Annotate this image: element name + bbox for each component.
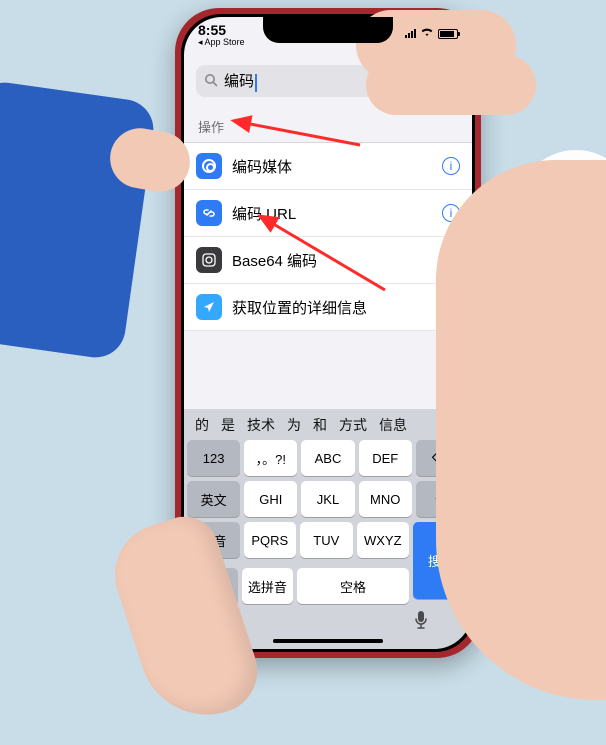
notch [263,17,393,43]
info-icon[interactable]: i [442,157,460,175]
search-icon [204,73,218,90]
key-ghi[interactable]: GHI [244,481,297,517]
key-tuv[interactable]: TUV [300,522,353,558]
candidate-bar[interactable]: 的是 技术为 和方式 信息 ⌄ [187,413,469,440]
key-pqrs[interactable]: PQRS [244,522,297,558]
item-label: 编码 URL [232,203,432,224]
key-abc[interactable]: ABC [301,440,354,476]
key-space[interactable]: 空格 [297,568,409,604]
key-mno[interactable]: MNO [359,481,412,517]
clock: 8:55 [198,23,245,38]
battery-icon [438,29,458,39]
item-label: 获取位置的详细信息 [232,297,432,318]
item-label: Base64 编码 [232,250,432,271]
location-icon [196,294,222,320]
wifi-icon [420,27,434,40]
list-item[interactable]: 编码 URL i [184,190,472,237]
mic-icon[interactable] [413,610,429,635]
key-punct[interactable]: ，。?! [244,440,297,476]
base64-icon [196,247,222,273]
key-def[interactable]: DEF [359,440,412,476]
results-list: 编码媒体 i 编码 URL i Base64 编码 i [184,142,472,331]
list-item[interactable]: Base64 编码 i [184,237,472,284]
key-wxyz[interactable]: WXYZ [357,522,410,558]
key-english[interactable]: 英文 [187,481,240,517]
media-icon [196,153,222,179]
key-123[interactable]: 123 [187,440,240,476]
cellular-icon [405,29,416,38]
back-to-app[interactable]: App Store [198,38,245,47]
home-indicator[interactable] [273,639,383,643]
list-item[interactable]: 编码媒体 i [184,143,472,190]
list-item[interactable]: 获取位置的详细信息 i [184,284,472,331]
key-jkl[interactable]: JKL [301,481,354,517]
item-label: 编码媒体 [232,156,432,177]
key-select[interactable]: 选拼音 [242,568,293,604]
link-icon [196,200,222,226]
